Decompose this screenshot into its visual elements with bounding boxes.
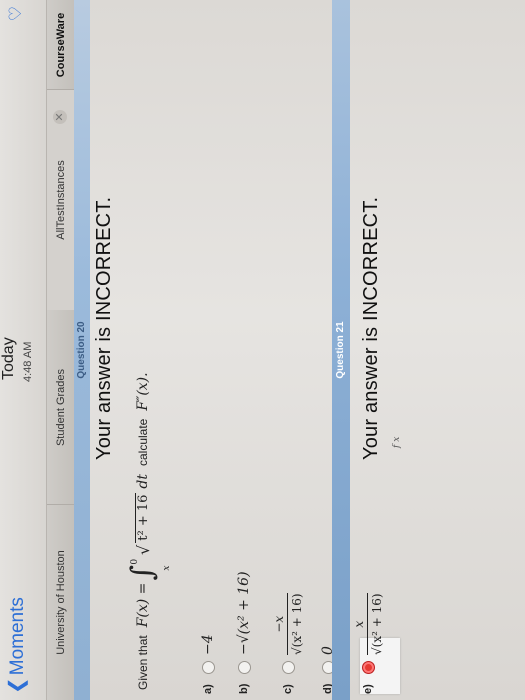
radio-button[interactable] (281, 661, 295, 674)
fraction-denominator: √(x² + 16) (367, 593, 384, 655)
option-fraction: −x √(x² + 16) (272, 593, 304, 655)
tab-label: Student Grades (55, 368, 67, 447)
option-b[interactable]: b) −√(x² + 16) (236, 571, 252, 694)
option-letter: e) (362, 684, 374, 694)
prompt-prefix: Given that (136, 635, 150, 690)
function-definition: F(x) = (135, 582, 151, 628)
chevron-left-icon: ❮ (6, 677, 28, 694)
option-fraction: x √(x² + 16) (352, 593, 384, 655)
question-21-header: Question 21 (332, 0, 350, 700)
prompt-suffix: calculate (136, 418, 150, 466)
fraction-numerator: −x (272, 615, 286, 633)
date-title: Today (0, 337, 17, 380)
radio-button[interactable] (201, 661, 215, 674)
status-bar: ❮Moments Today 4:48 AM ♡ (0, 0, 46, 700)
option-letter: a) (202, 684, 214, 694)
back-button[interactable]: ❮Moments (4, 597, 29, 694)
differential: dt (135, 474, 151, 489)
option-c[interactable]: c) −x √(x² + 16) (272, 593, 304, 694)
fraction-numerator: x (352, 620, 366, 628)
option-value: −√(x² + 16) (236, 571, 252, 655)
integral-lower: x (162, 565, 172, 571)
browser-tab-bar: University of Houston Student Grades All… (46, 0, 76, 700)
rotated-screen: ❮Moments Today 4:48 AM ♡ University of H… (0, 0, 525, 700)
time-label: 4:48 AM (22, 341, 34, 382)
option-a[interactable]: a) −4 (200, 634, 216, 694)
question-21-result: Your answer is INCORRECT. (360, 196, 382, 460)
close-tab-icon[interactable]: ✕ (53, 110, 67, 124)
tab-label: CourseWare (55, 12, 67, 78)
tab-label: University of Houston (55, 550, 67, 655)
option-e[interactable]: e) x √(x² + 16) (352, 593, 384, 694)
option-letter: b) (238, 683, 250, 694)
integral-upper: 0 (130, 558, 140, 565)
tab-student-grades[interactable]: Student Grades (47, 309, 75, 505)
target-expression: F″(x). (135, 372, 151, 411)
heart-icon[interactable]: ♡ (6, 6, 26, 21)
tab-university-of-houston[interactable]: University of Houston (47, 504, 75, 700)
radical-sign: √ (133, 544, 153, 555)
radio-button-selected[interactable] (361, 661, 375, 674)
tab-label: AllTestInstances (55, 160, 67, 240)
back-label: Moments (7, 597, 28, 676)
integral-sign: ∫ 0 x (125, 559, 172, 581)
question-21-preview: f x (392, 436, 402, 448)
integrand: t² + 16 (135, 492, 151, 543)
tab-courseware[interactable]: CourseWare (47, 0, 75, 90)
question-20-header: Question 20 (74, 0, 90, 700)
option-letter: c) (282, 684, 294, 694)
option-value: −4 (200, 634, 216, 655)
question-20-result: Your answer is INCORRECT. (93, 196, 115, 460)
radio-button[interactable] (237, 661, 251, 674)
fraction-denominator: √(x² + 16) (287, 593, 304, 655)
question-20-prompt: Given that F(x) = ∫ 0 x √ t² + 16 dt calcul… (125, 372, 172, 690)
